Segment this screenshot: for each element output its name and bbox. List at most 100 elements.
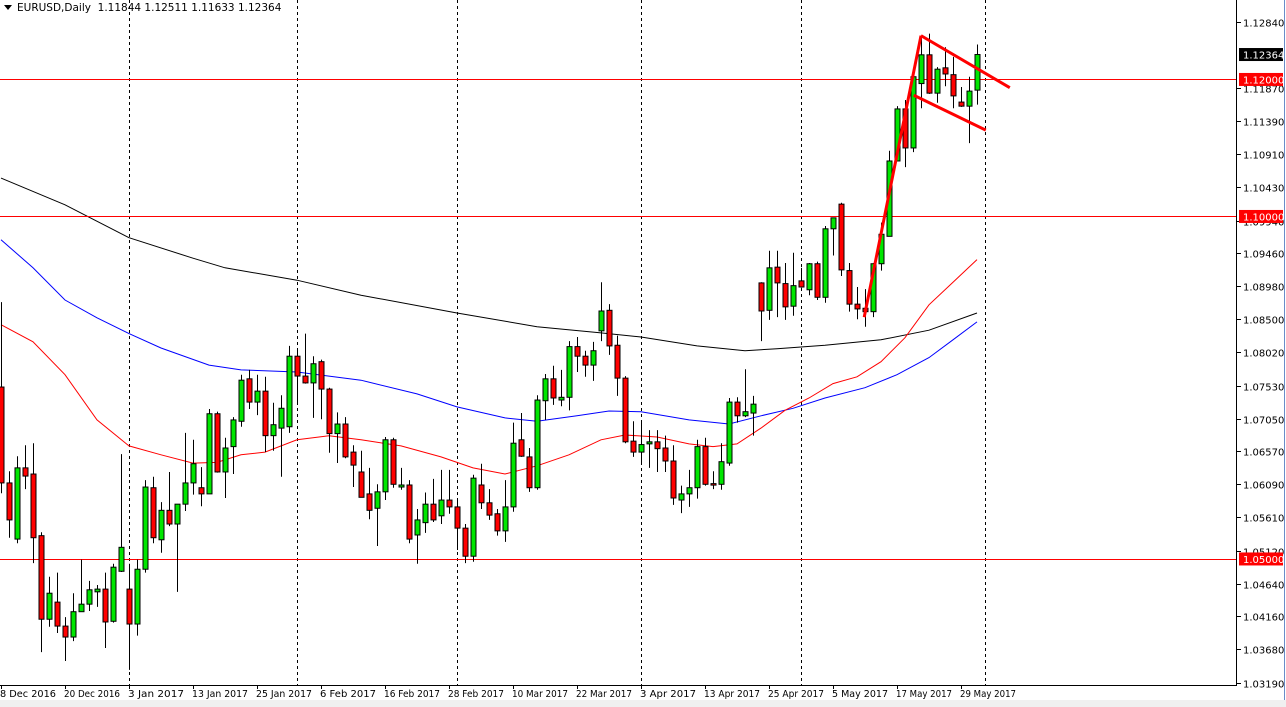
candle: [143, 480, 148, 572]
candle-body: [655, 442, 660, 449]
candle-body: [319, 362, 324, 389]
candle: [303, 334, 308, 384]
dropdown-triangle-icon[interactable]: [4, 5, 12, 10]
time-tick-label: 20 Dec 2016: [64, 689, 120, 700]
candle: [215, 412, 220, 473]
candle-body: [135, 569, 140, 624]
candle: [607, 304, 612, 355]
candle: [0, 302, 4, 493]
level-price-label: 1.12000: [1243, 75, 1284, 86]
candle-body: [495, 514, 500, 531]
candle-body: [583, 356, 588, 365]
chart-header: EURUSD,Daily 1.11844 1.12511 1.11633 1.1…: [4, 2, 281, 14]
candle-body: [95, 589, 100, 592]
candle: [7, 471, 12, 537]
candle: [399, 468, 404, 490]
candle: [663, 436, 668, 472]
candle-body: [127, 589, 132, 624]
candle: [191, 440, 196, 495]
symbol-timeframe: EURUSD,Daily: [17, 2, 91, 14]
candle-body: [47, 593, 52, 619]
candle-body: [711, 484, 716, 486]
candle-body: [719, 462, 724, 485]
candle: [623, 376, 628, 443]
candle: [559, 370, 564, 406]
candle: [423, 493, 428, 533]
candle-body: [503, 507, 508, 531]
candle: [447, 470, 452, 514]
candle-body: [743, 412, 748, 416]
candle-body: [511, 443, 516, 507]
candle-body: [271, 425, 276, 436]
price-tick-label: 1.08980: [1243, 283, 1284, 294]
candle-body: [231, 420, 236, 447]
time-tick-label: 25 Jan 2017: [256, 689, 312, 700]
candle-body: [31, 474, 36, 538]
candle: [535, 395, 540, 490]
candle: [295, 348, 300, 405]
candle-body: [775, 267, 780, 283]
candle: [111, 564, 116, 623]
candle: [807, 263, 812, 295]
candle: [279, 395, 284, 477]
candle-body: [599, 311, 604, 331]
candle: [735, 397, 740, 422]
time-tick-label: 5 May 2017: [832, 689, 888, 700]
candle: [127, 564, 132, 670]
price-axis[interactable]: 1.128401.118701.113901.109101.104301.099…: [1237, 19, 1284, 691]
candle-body: [119, 547, 124, 571]
price-tick-label: 1.10910: [1243, 151, 1284, 162]
price-tick-label: 1.10430: [1243, 184, 1284, 195]
candle: [263, 377, 268, 452]
candle-body: [735, 402, 740, 416]
level-price-label: 1.10000: [1243, 212, 1284, 223]
candle-body: [439, 500, 444, 516]
bottom-band: [0, 700, 1286, 707]
candle-body: [455, 507, 460, 528]
candle-body: [567, 347, 572, 398]
level-price-label: 1.05000: [1243, 555, 1284, 566]
candle-body: [175, 504, 180, 524]
candle: [95, 585, 100, 607]
time-tick-label: 29 May 2017: [960, 689, 1016, 700]
candle: [567, 341, 572, 410]
candle-body: [103, 589, 108, 622]
candle: [207, 409, 212, 494]
candle: [591, 342, 596, 381]
candle-body: [143, 487, 148, 569]
time-tick-label: 25 Apr 2017: [768, 689, 824, 700]
candle: [159, 502, 164, 553]
candle: [791, 253, 796, 316]
candle: [119, 454, 124, 572]
candle: [743, 369, 748, 417]
candle: [79, 560, 84, 612]
candle-body: [167, 510, 172, 524]
candle-body: [327, 389, 332, 434]
candle-body: [159, 510, 164, 539]
candle-body: [367, 494, 372, 510]
candle-body: [151, 488, 156, 538]
price-tick-label: 1.06090: [1243, 481, 1284, 492]
flagpole-trendline[interactable]: [864, 36, 921, 318]
candle-body: [839, 204, 844, 270]
price-chart[interactable]: 1.128401.118701.113901.109101.104301.099…: [0, 0, 1286, 700]
price-tick-label: 1.03190: [1243, 680, 1284, 691]
candle: [727, 398, 732, 466]
flag-lower-trendline[interactable]: [914, 95, 986, 130]
candle-body: [359, 472, 364, 497]
candle-body: [927, 55, 932, 93]
candle-body: [815, 264, 820, 298]
candle: [47, 577, 52, 627]
time-tick-label: 16 Feb 2017: [384, 689, 440, 700]
candle: [615, 336, 620, 396]
time-tick-label: 28 Feb 2017: [448, 689, 504, 700]
candle: [455, 499, 460, 550]
candle-body: [87, 590, 92, 604]
price-tick-label: 1.04640: [1243, 581, 1284, 592]
candle: [959, 87, 964, 107]
candle-body: [351, 452, 356, 465]
candle-body: [487, 503, 492, 515]
time-tick-label: 22 Mar 2017: [576, 689, 632, 700]
candle-body: [783, 284, 788, 307]
price-tick-label: 1.07530: [1243, 383, 1284, 394]
